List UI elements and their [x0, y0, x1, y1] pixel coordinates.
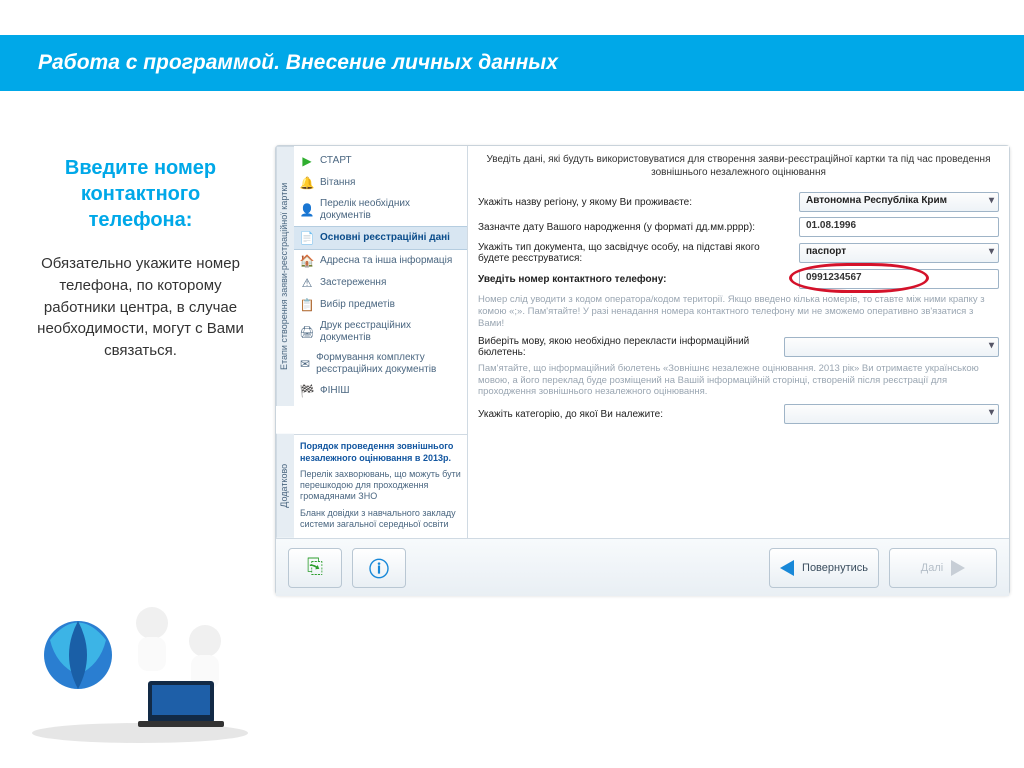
- sidebar-item-address[interactable]: 🏠 Адресна та інша інформація: [294, 250, 467, 272]
- arrow-left-icon: [780, 560, 794, 576]
- sidebar-item-label: СТАРТ: [320, 155, 352, 167]
- region-select[interactable]: Автономна Республіка Крим: [799, 192, 999, 212]
- next-button[interactable]: Далі: [889, 548, 997, 588]
- flag-icon: 🏁: [300, 384, 314, 398]
- list-icon: 📋: [300, 298, 314, 312]
- exit-icon: ⎘: [307, 556, 323, 579]
- app-footer: ⎘ ⓘ Повернутись Далі: [276, 538, 1009, 596]
- sidebar-item-label: Основні реєстраційні дані: [320, 232, 450, 244]
- instruction-panel: Введите номер контактного телефона: Обяз…: [28, 155, 253, 362]
- sidebar-nav-list: ▶ СТАРТ 🔔 Вітання 👤 Перелік необхідних доку…: [294, 146, 467, 406]
- sidebar-item-label: Формування комплекту реєстраційних докум…: [316, 352, 461, 376]
- exit-button[interactable]: ⎘: [288, 548, 342, 588]
- info-button[interactable]: ⓘ: [352, 548, 406, 588]
- bell-icon: 🔔: [300, 176, 314, 190]
- banner-title: Работа с программой. Внесение личных дан…: [38, 51, 558, 75]
- sidebar-item-print[interactable]: 🖨 Друк реєстраційних документів: [294, 316, 467, 348]
- main-form: Уведіть дані, які будуть використовувати…: [468, 146, 1009, 538]
- extra-title[interactable]: Порядок проведення зовнішнього незалежно…: [300, 441, 461, 464]
- category-select[interactable]: [784, 404, 999, 424]
- sidebar-vertical-tab-steps[interactable]: Етапи створення заяви-реєстраційної карт…: [276, 146, 294, 406]
- back-button-label: Повернутись: [802, 562, 868, 574]
- back-button[interactable]: Повернутись: [769, 548, 879, 588]
- sidebar-item-label: Перелік необхідних документів: [320, 198, 461, 222]
- extra-link-blank[interactable]: Бланк довідки з навчального закладу сист…: [300, 508, 461, 531]
- sidebar-item-label: Адресна та інша інформація: [320, 255, 452, 267]
- sidebar-item-warnings[interactable]: ⚠ Застереження: [294, 272, 467, 294]
- sidebar-item-subjects[interactable]: 📋 Вибір предметів: [294, 294, 467, 316]
- sidebar-item-package[interactable]: ✉ Формування комплекту реєстраційних доку…: [294, 348, 467, 380]
- arrow-right-icon: [951, 560, 965, 576]
- doc-select[interactable]: паспорт: [799, 243, 999, 263]
- sidebar-item-finish[interactable]: 🏁 ФІНІШ: [294, 380, 467, 402]
- phone-label: Уведіть номер контактного телефону:: [478, 274, 791, 285]
- sidebar-item-greeting[interactable]: 🔔 Вітання: [294, 172, 467, 194]
- phone-input[interactable]: 0991234567: [799, 269, 999, 289]
- form-header: Уведіть дані, які будуть використовувати…: [478, 152, 999, 187]
- next-button-label: Далі: [921, 562, 943, 574]
- decor-illustration: [20, 565, 260, 745]
- lang-select[interactable]: [784, 337, 999, 357]
- sidebar-item-label: Застереження: [320, 277, 386, 289]
- extra-link-diseases[interactable]: Перелік захворювань, що можуть бути пере…: [300, 469, 461, 503]
- home-icon: 🏠: [300, 254, 314, 268]
- sidebar-item-docs-list[interactable]: 👤 Перелік необхідних документів: [294, 194, 467, 226]
- region-label: Укажіть назву регіону, у якому Ви прожив…: [478, 197, 791, 208]
- doc-label: Укажіть тип документа, що засвідчує особ…: [478, 242, 791, 264]
- sidebar-extra-box: Порядок проведення зовнішнього незалежно…: [294, 434, 467, 538]
- play-icon: ▶: [300, 154, 314, 168]
- app-window: Етапи створення заяви-реєстраційної карт…: [275, 145, 1010, 595]
- page-banner: Работа с программой. Внесение личных дан…: [0, 35, 1024, 91]
- sidebar: Етапи створення заяви-реєстраційної карт…: [276, 146, 468, 538]
- category-label: Укажіть категорію, до якої Ви належите:: [478, 409, 776, 420]
- info-icon: ⓘ: [369, 553, 389, 582]
- person-icon: 👤: [300, 203, 314, 217]
- printer-icon: 🖨: [300, 325, 314, 339]
- instruction-body: Обязательно укажите номер телефона, по к…: [28, 253, 253, 362]
- lang-label: Виберіть мову, якою необхідно перекласти…: [478, 336, 776, 358]
- sidebar-vertical-tab-extra[interactable]: Додатково: [276, 434, 294, 538]
- sidebar-item-label: Вітання: [320, 177, 355, 189]
- dob-input[interactable]: 01.08.1996: [799, 217, 999, 237]
- dob-label: Зазначте дату Вашого народження (у форма…: [478, 222, 791, 233]
- sidebar-item-label: Вибір предметів: [320, 299, 395, 311]
- phone-hint: Номер слід уводити з кодом оператора/код…: [478, 294, 999, 330]
- doc-icon: 📄: [300, 231, 314, 245]
- sidebar-item-label: Друк реєстраційних документів: [320, 320, 461, 344]
- sidebar-item-start[interactable]: ▶ СТАРТ: [294, 150, 467, 172]
- warning-icon: ⚠: [300, 276, 314, 290]
- instruction-title: Введите номер контактного телефона:: [28, 155, 253, 233]
- sidebar-item-main-data[interactable]: 📄 Основні реєстраційні дані: [294, 226, 467, 250]
- lang-hint: Пам'ятайте, що інформаційний бюлетень «З…: [478, 363, 999, 399]
- sidebar-item-label: ФІНІШ: [320, 385, 350, 397]
- envelope-icon: ✉: [300, 357, 310, 371]
